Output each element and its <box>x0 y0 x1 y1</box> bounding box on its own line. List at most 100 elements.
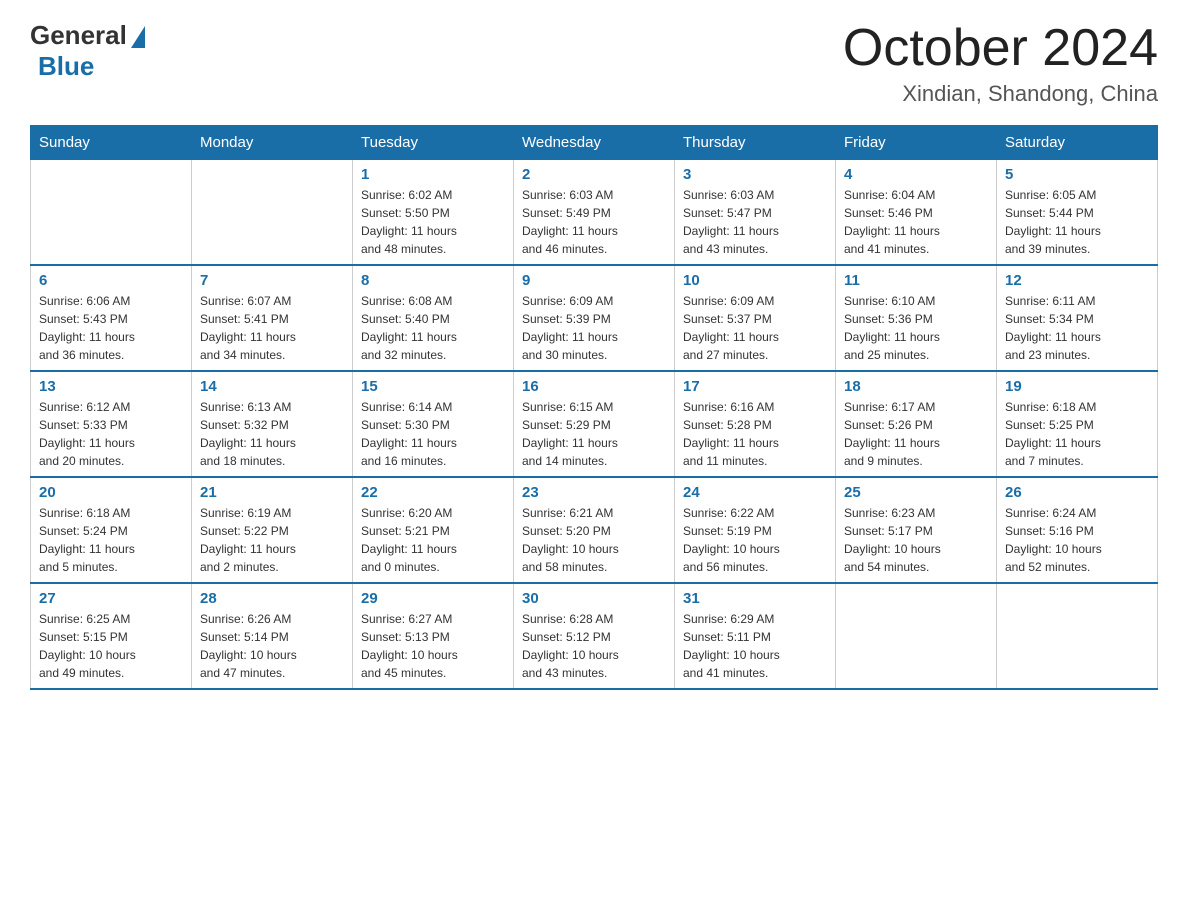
day-info: Sunrise: 6:13 AM Sunset: 5:32 PM Dayligh… <box>200 398 344 470</box>
calendar-cell: 5 Sunrise: 6:05 AM Sunset: 5:44 PM Daylig… <box>997 160 1158 266</box>
calendar-cell: 1 Sunrise: 6:02 AM Sunset: 5:50 PM Daylig… <box>353 160 514 266</box>
day-number: 13 <box>39 378 183 395</box>
weekday-header-monday: Monday <box>192 126 353 160</box>
day-number: 17 <box>683 378 827 395</box>
day-info: Sunrise: 6:06 AM Sunset: 5:43 PM Dayligh… <box>39 292 183 364</box>
day-info: Sunrise: 6:24 AM Sunset: 5:16 PM Dayligh… <box>1005 504 1149 576</box>
title-block: October 2024 Xindian, Shandong, China <box>843 20 1158 107</box>
calendar-cell: 11 Sunrise: 6:10 AM Sunset: 5:36 PM Dayli… <box>836 265 997 371</box>
calendar-cell: 12 Sunrise: 6:11 AM Sunset: 5:34 PM Dayli… <box>997 265 1158 371</box>
calendar-cell: 8 Sunrise: 6:08 AM Sunset: 5:40 PM Daylig… <box>353 265 514 371</box>
weekday-header-sunday: Sunday <box>31 126 192 160</box>
calendar-header-row: SundayMondayTuesdayWednesdayThursdayFrid… <box>31 126 1158 160</box>
day-number: 25 <box>844 484 988 501</box>
day-info: Sunrise: 6:15 AM Sunset: 5:29 PM Dayligh… <box>522 398 666 470</box>
day-number: 15 <box>361 378 505 395</box>
day-info: Sunrise: 6:14 AM Sunset: 5:30 PM Dayligh… <box>361 398 505 470</box>
day-info: Sunrise: 6:03 AM Sunset: 5:47 PM Dayligh… <box>683 186 827 258</box>
day-number: 26 <box>1005 484 1149 501</box>
day-info: Sunrise: 6:07 AM Sunset: 5:41 PM Dayligh… <box>200 292 344 364</box>
calendar-location: Xindian, Shandong, China <box>843 81 1158 107</box>
day-info: Sunrise: 6:02 AM Sunset: 5:50 PM Dayligh… <box>361 186 505 258</box>
logo-triangle-icon <box>131 26 145 48</box>
day-number: 8 <box>361 272 505 289</box>
day-info: Sunrise: 6:27 AM Sunset: 5:13 PM Dayligh… <box>361 610 505 682</box>
day-number: 16 <box>522 378 666 395</box>
page-header: General Blue October 2024 Xindian, Shand… <box>30 20 1158 107</box>
calendar-cell: 29Sunrise: 6:27 AM Sunset: 5:13 PM Dayli… <box>353 583 514 689</box>
calendar-cell: 4 Sunrise: 6:04 AM Sunset: 5:46 PM Daylig… <box>836 160 997 266</box>
calendar-cell: 18 Sunrise: 6:17 AM Sunset: 5:26 PM Dayli… <box>836 371 997 477</box>
calendar-cell <box>997 583 1158 689</box>
logo-general-text: General <box>30 20 127 51</box>
weekday-header-friday: Friday <box>836 126 997 160</box>
day-info: Sunrise: 6:18 AM Sunset: 5:24 PM Dayligh… <box>39 504 183 576</box>
calendar-cell: 25 Sunrise: 6:23 AM Sunset: 5:17 PM Dayli… <box>836 477 997 583</box>
day-number: 14 <box>200 378 344 395</box>
day-info: Sunrise: 6:16 AM Sunset: 5:28 PM Dayligh… <box>683 398 827 470</box>
day-info: Sunrise: 6:08 AM Sunset: 5:40 PM Dayligh… <box>361 292 505 364</box>
calendar-cell: 19Sunrise: 6:18 AM Sunset: 5:25 PM Dayli… <box>997 371 1158 477</box>
calendar-cell: 13 Sunrise: 6:12 AM Sunset: 5:33 PM Dayli… <box>31 371 192 477</box>
day-number: 3 <box>683 166 827 183</box>
calendar-week-row: 27Sunrise: 6:25 AM Sunset: 5:15 PM Dayli… <box>31 583 1158 689</box>
calendar-cell: 20 Sunrise: 6:18 AM Sunset: 5:24 PM Dayli… <box>31 477 192 583</box>
weekday-header-tuesday: Tuesday <box>353 126 514 160</box>
day-info: Sunrise: 6:22 AM Sunset: 5:19 PM Dayligh… <box>683 504 827 576</box>
day-number: 1 <box>361 166 505 183</box>
day-info: Sunrise: 6:04 AM Sunset: 5:46 PM Dayligh… <box>844 186 988 258</box>
day-info: Sunrise: 6:05 AM Sunset: 5:44 PM Dayligh… <box>1005 186 1149 258</box>
day-number: 9 <box>522 272 666 289</box>
calendar-cell: 16 Sunrise: 6:15 AM Sunset: 5:29 PM Dayli… <box>514 371 675 477</box>
day-number: 4 <box>844 166 988 183</box>
calendar-cell: 30Sunrise: 6:28 AM Sunset: 5:12 PM Dayli… <box>514 583 675 689</box>
calendar-table: SundayMondayTuesdayWednesdayThursdayFrid… <box>30 125 1158 690</box>
day-number: 19 <box>1005 378 1149 395</box>
calendar-cell: 24 Sunrise: 6:22 AM Sunset: 5:19 PM Dayli… <box>675 477 836 583</box>
day-info: Sunrise: 6:23 AM Sunset: 5:17 PM Dayligh… <box>844 504 988 576</box>
day-number: 7 <box>200 272 344 289</box>
day-number: 11 <box>844 272 988 289</box>
calendar-cell: 15 Sunrise: 6:14 AM Sunset: 5:30 PM Dayli… <box>353 371 514 477</box>
calendar-cell: 23Sunrise: 6:21 AM Sunset: 5:20 PM Dayli… <box>514 477 675 583</box>
day-number: 18 <box>844 378 988 395</box>
day-number: 21 <box>200 484 344 501</box>
weekday-header-wednesday: Wednesday <box>514 126 675 160</box>
day-number: 12 <box>1005 272 1149 289</box>
calendar-cell: 9Sunrise: 6:09 AM Sunset: 5:39 PM Daylig… <box>514 265 675 371</box>
day-info: Sunrise: 6:17 AM Sunset: 5:26 PM Dayligh… <box>844 398 988 470</box>
calendar-cell: 31 Sunrise: 6:29 AM Sunset: 5:11 PM Dayli… <box>675 583 836 689</box>
day-info: Sunrise: 6:29 AM Sunset: 5:11 PM Dayligh… <box>683 610 827 682</box>
day-info: Sunrise: 6:25 AM Sunset: 5:15 PM Dayligh… <box>39 610 183 682</box>
calendar-cell: 22 Sunrise: 6:20 AM Sunset: 5:21 PM Dayli… <box>353 477 514 583</box>
weekday-header-saturday: Saturday <box>997 126 1158 160</box>
calendar-week-row: 6 Sunrise: 6:06 AM Sunset: 5:43 PM Daylig… <box>31 265 1158 371</box>
calendar-cell: 10Sunrise: 6:09 AM Sunset: 5:37 PM Dayli… <box>675 265 836 371</box>
logo: General Blue <box>30 20 145 82</box>
calendar-cell: 17 Sunrise: 6:16 AM Sunset: 5:28 PM Dayli… <box>675 371 836 477</box>
day-info: Sunrise: 6:19 AM Sunset: 5:22 PM Dayligh… <box>200 504 344 576</box>
day-number: 20 <box>39 484 183 501</box>
day-number: 6 <box>39 272 183 289</box>
day-info: Sunrise: 6:20 AM Sunset: 5:21 PM Dayligh… <box>361 504 505 576</box>
calendar-cell: 27Sunrise: 6:25 AM Sunset: 5:15 PM Dayli… <box>31 583 192 689</box>
day-info: Sunrise: 6:11 AM Sunset: 5:34 PM Dayligh… <box>1005 292 1149 364</box>
day-info: Sunrise: 6:09 AM Sunset: 5:37 PM Dayligh… <box>683 292 827 364</box>
day-number: 2 <box>522 166 666 183</box>
day-info: Sunrise: 6:26 AM Sunset: 5:14 PM Dayligh… <box>200 610 344 682</box>
day-info: Sunrise: 6:10 AM Sunset: 5:36 PM Dayligh… <box>844 292 988 364</box>
calendar-week-row: 1 Sunrise: 6:02 AM Sunset: 5:50 PM Daylig… <box>31 160 1158 266</box>
calendar-cell: 26 Sunrise: 6:24 AM Sunset: 5:16 PM Dayli… <box>997 477 1158 583</box>
day-info: Sunrise: 6:28 AM Sunset: 5:12 PM Dayligh… <box>522 610 666 682</box>
calendar-week-row: 20 Sunrise: 6:18 AM Sunset: 5:24 PM Dayli… <box>31 477 1158 583</box>
calendar-cell <box>836 583 997 689</box>
weekday-header-thursday: Thursday <box>675 126 836 160</box>
day-number: 31 <box>683 590 827 607</box>
day-number: 24 <box>683 484 827 501</box>
calendar-week-row: 13 Sunrise: 6:12 AM Sunset: 5:33 PM Dayli… <box>31 371 1158 477</box>
day-info: Sunrise: 6:03 AM Sunset: 5:49 PM Dayligh… <box>522 186 666 258</box>
calendar-cell: 3 Sunrise: 6:03 AM Sunset: 5:47 PM Daylig… <box>675 160 836 266</box>
day-number: 5 <box>1005 166 1149 183</box>
day-info: Sunrise: 6:12 AM Sunset: 5:33 PM Dayligh… <box>39 398 183 470</box>
day-number: 22 <box>361 484 505 501</box>
